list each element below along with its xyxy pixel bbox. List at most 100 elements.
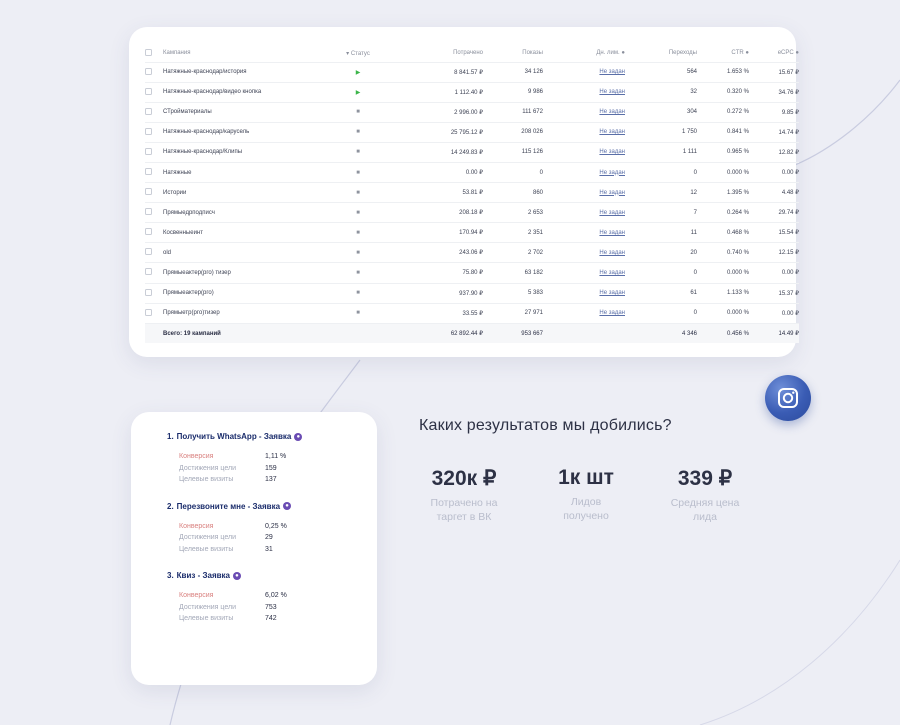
day-limit-link[interactable]: Не задан	[599, 170, 625, 176]
pause-icon[interactable]: ■	[356, 290, 360, 296]
row-checkbox[interactable]	[145, 202, 163, 223]
pause-icon[interactable]: ■	[356, 230, 360, 236]
day-limit-link[interactable]: Не задан	[599, 310, 625, 316]
table-row[interactable]: Косвенныеинт ■ 170.94 ₽2 351 Не задан 11 0.46…	[145, 222, 799, 243]
status-cell[interactable]: ■	[313, 302, 403, 324]
campaign-name[interactable]: Прямыетр(рго)тизер	[163, 302, 313, 324]
metric-value: 31	[265, 545, 273, 553]
instagram-icon	[778, 388, 798, 408]
pause-icon[interactable]: ■	[356, 250, 360, 256]
table-row[interactable]: СТройматериалы ■ 2 996.00 ₽111 672 Не задан…	[145, 101, 799, 123]
day-limit-link[interactable]: Не задан	[599, 190, 625, 196]
pause-icon[interactable]: ■	[356, 310, 360, 316]
day-limit-link[interactable]: Не задан	[599, 230, 625, 236]
day-limit-link[interactable]: Не задан	[599, 290, 625, 296]
pause-icon[interactable]: ■	[356, 270, 360, 276]
campaign-name[interactable]: Истории	[163, 182, 313, 203]
day-limit-cell: Не задан	[543, 161, 625, 183]
table-row[interactable]: Истории ■ 53.81 ₽860 Не задан 12 1.395 % 4.48 …	[145, 182, 799, 203]
row-checkbox[interactable]	[145, 121, 163, 143]
day-limit-link[interactable]: Не задан	[599, 250, 625, 256]
day-limit-cell: Не задан	[543, 222, 625, 243]
column-header-clicks[interactable]: Переходы	[625, 45, 697, 62]
table-row[interactable]: Прямыедрподписч ■ 208.18 ₽2 653 Не задан 7 0.…	[145, 202, 799, 223]
info-icon[interactable]: ●	[621, 50, 625, 56]
status-cell[interactable]: ▶	[313, 81, 403, 103]
status-cell[interactable]: ■	[313, 101, 403, 123]
instagram-button[interactable]	[765, 375, 811, 421]
campaign-name[interactable]: Прямыеактер(рго)	[163, 282, 313, 304]
pause-icon[interactable]: ■	[356, 149, 360, 155]
status-cell[interactable]: ■	[313, 282, 403, 304]
day-limit-link[interactable]: Не задан	[599, 109, 625, 115]
day-limit-link[interactable]: Не задан	[599, 149, 625, 155]
campaign-name[interactable]: Натяжные-краснодар/видео кнопка	[163, 81, 313, 103]
table-row[interactable]: Прямыеактер(рго) тизер ■ 75.80 ₽63 182 Не з…	[145, 262, 799, 284]
info-icon[interactable]: ●	[795, 50, 799, 56]
campaign-name[interactable]: Натяжные-краснодар/Клипы	[163, 141, 313, 163]
day-limit-link[interactable]: Не задан	[599, 89, 625, 95]
table-row[interactable]: Натяжные ■ 0.00 ₽0 Не задан 0 0.000 % 0.00 ₽	[145, 161, 799, 183]
pause-icon[interactable]: ■	[356, 190, 360, 196]
campaign-name[interactable]: Прямыедрподписч	[163, 202, 313, 223]
status-cell[interactable]: ▶	[313, 61, 403, 83]
pause-icon[interactable]: ■	[356, 210, 360, 216]
table-row[interactable]: Прямыеактер(рго) ■ 937.90 ₽5 383 Не задан 61…	[145, 282, 799, 304]
status-cell[interactable]: ■	[313, 242, 403, 263]
stat-label-line: Средняя цена	[670, 497, 740, 509]
column-header-status[interactable]: ▾ Статус	[313, 45, 403, 62]
campaign-name[interactable]: Натяжные	[163, 161, 313, 183]
column-header-ecpc[interactable]: eCPC ●	[749, 45, 799, 62]
row-checkbox[interactable]	[145, 282, 163, 304]
row-checkbox[interactable]	[145, 182, 163, 203]
status-cell[interactable]: ■	[313, 262, 403, 284]
ctr-cell: 0.841 %	[697, 121, 749, 143]
column-header-spent[interactable]: Потрачено	[403, 45, 483, 62]
pause-icon[interactable]: ■	[356, 109, 360, 115]
table-row[interactable]: old ■ 243.06 ₽2 702 Не задан 20 0.740 % 12.15 …	[145, 242, 799, 263]
pause-icon[interactable]: ■	[356, 170, 360, 176]
column-header-name[interactable]: Кампания	[163, 45, 313, 62]
day-limit-link[interactable]: Не задан	[599, 210, 625, 216]
status-cell[interactable]: ■	[313, 202, 403, 223]
campaign-name[interactable]: Натяжные-краснодар/история	[163, 61, 313, 83]
play-icon[interactable]: ▶	[356, 90, 361, 96]
status-cell[interactable]: ■	[313, 161, 403, 183]
row-checkbox[interactable]	[145, 161, 163, 183]
day-limit-link[interactable]: Не задан	[599, 270, 625, 276]
row-checkbox[interactable]	[145, 222, 163, 243]
column-header-ctr[interactable]: CTR ●	[697, 45, 749, 62]
row-checkbox[interactable]	[145, 262, 163, 284]
day-limit-cell: Не задан	[543, 101, 625, 123]
play-icon[interactable]: ▶	[356, 70, 361, 76]
row-checkbox[interactable]	[145, 242, 163, 263]
row-checkbox[interactable]	[145, 101, 163, 123]
day-limit-link[interactable]: Не задан	[599, 129, 625, 135]
status-cell[interactable]: ■	[313, 121, 403, 143]
select-all-checkbox[interactable]	[145, 45, 163, 62]
table-row[interactable]: Натяжные-краснодар/видео кнопка ▶ 1 112.40…	[145, 81, 799, 103]
status-cell[interactable]: ■	[313, 141, 403, 163]
campaign-name[interactable]: old	[163, 242, 313, 263]
row-checkbox[interactable]	[145, 141, 163, 163]
pause-icon[interactable]: ■	[356, 129, 360, 135]
column-header-shows[interactable]: Показы	[483, 45, 543, 62]
row-checkbox[interactable]	[145, 61, 163, 83]
ctr-cell: 1.395 %	[697, 182, 749, 203]
row-checkbox[interactable]	[145, 302, 163, 324]
campaign-name[interactable]: Натяжные-краснодар/карусель	[163, 121, 313, 143]
table-row[interactable]: Натяжные-краснодар/карусель ■ 25 795.12 ₽2…	[145, 121, 799, 143]
status-cell[interactable]: ■	[313, 182, 403, 203]
campaign-name[interactable]: СТройматериалы	[163, 101, 313, 123]
day-limit-link[interactable]: Не задан	[599, 69, 625, 75]
column-header-day-limit[interactable]: Дн. лим. ●	[543, 45, 625, 62]
campaign-name[interactable]: Прямыеактер(рго) тизер	[163, 262, 313, 284]
table-row[interactable]: Натяжные-краснодар/история ▶ 8 841.57 ₽34 …	[145, 61, 799, 83]
info-icon[interactable]: ●	[745, 50, 749, 56]
campaign-table-card: Кампания ▾ Статус Потрачено Показы Дн. л…	[129, 27, 799, 357]
row-checkbox[interactable]	[145, 81, 163, 103]
table-row[interactable]: Натяжные-краснодар/Клипы ■ 14 249.83 ₽115 …	[145, 141, 799, 163]
status-cell[interactable]: ■	[313, 222, 403, 243]
campaign-name[interactable]: Косвенныеинт	[163, 222, 313, 243]
table-row[interactable]: Прямыетр(рго)тизер ■ 33.55 ₽27 971 Не задан…	[145, 302, 799, 324]
